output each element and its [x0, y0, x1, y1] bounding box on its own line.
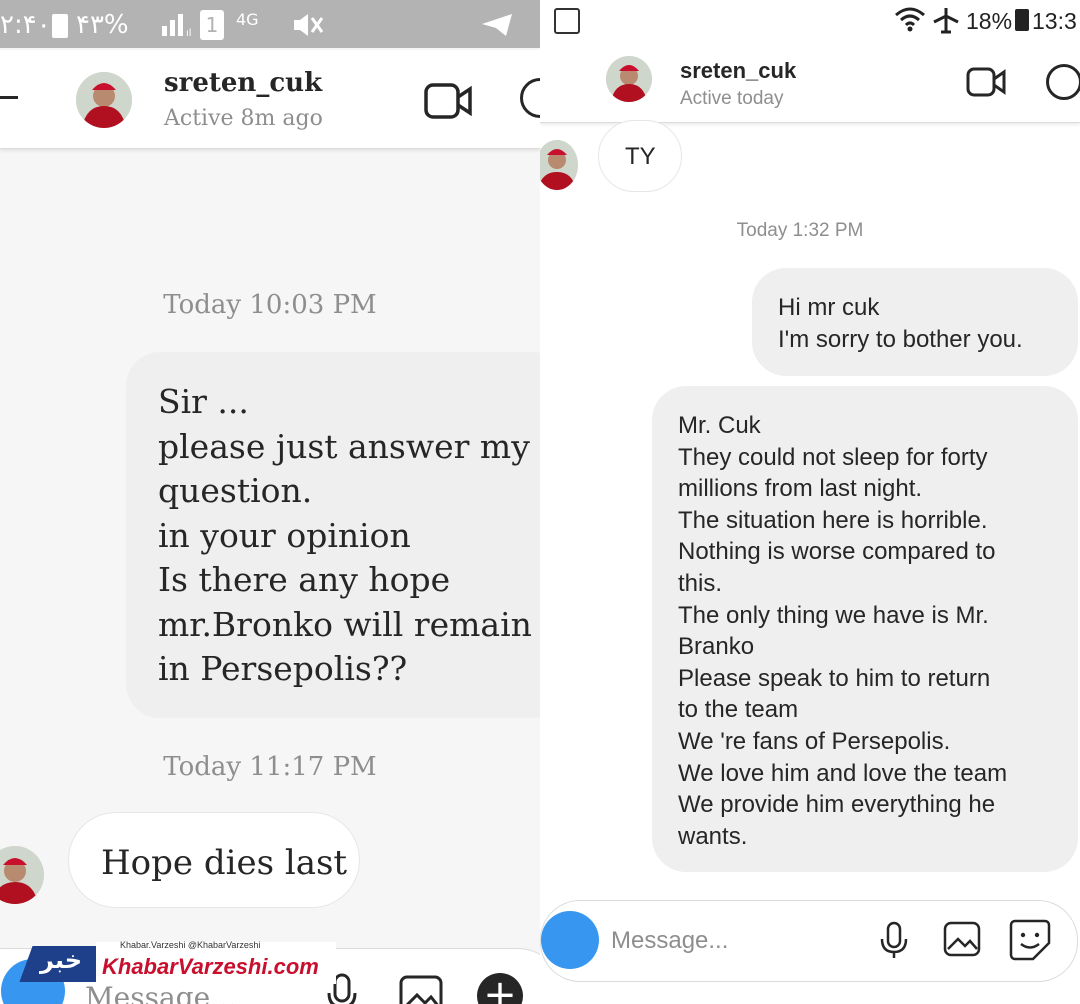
- watermark-logo-text: KhabarVarzeshi.com: [102, 954, 319, 979]
- timestamp: Today 10:03 PM: [163, 290, 377, 320]
- chat-header: sreten_cuk Active today: [540, 42, 1080, 123]
- wifi-icon: [894, 6, 926, 37]
- sent-message-bubble[interactable]: Mr. Cuk They could not sleep for forty m…: [652, 386, 1078, 872]
- notification-icon: [554, 8, 580, 34]
- battery-icon: [1015, 9, 1029, 31]
- active-status: Active today: [680, 88, 784, 109]
- avatar[interactable]: [606, 56, 652, 102]
- back-icon[interactable]: [0, 96, 18, 99]
- info-icon[interactable]: [520, 78, 540, 118]
- active-status: Active 8m ago: [164, 106, 323, 131]
- battery-icon: [52, 14, 68, 38]
- microphone-icon[interactable]: [879, 921, 909, 964]
- camera-icon[interactable]: [541, 911, 599, 969]
- timestamp: Today 11:17 PM: [163, 752, 377, 782]
- info-icon[interactable]: [1046, 64, 1080, 100]
- avatar[interactable]: [76, 72, 132, 128]
- add-icon[interactable]: +: [477, 973, 523, 1004]
- signal-icon: ıl: [160, 12, 196, 42]
- left-screenshot: ۲:۴۰ ۴۳% ıl 1 4G sreten_cuk Active 8m ag…: [0, 0, 540, 1004]
- received-message-bubble[interactable]: TY: [598, 120, 682, 192]
- svg-text:ıl: ıl: [186, 28, 192, 38]
- sender-avatar[interactable]: [0, 846, 44, 904]
- username: sreten_cuk: [164, 68, 323, 98]
- received-message-bubble[interactable]: Hope dies last: [68, 812, 360, 908]
- telegram-icon: [480, 12, 514, 42]
- username: sreten_cuk: [680, 58, 797, 83]
- status-time: 13:3: [1032, 8, 1077, 34]
- battery-level: ۴۳%: [76, 10, 129, 40]
- watermark-social: Khabar.Varzeshi @KhabarVarzeshi: [120, 940, 261, 950]
- timestamp: Today 1:32 PM: [736, 220, 864, 241]
- video-call-icon[interactable]: [424, 82, 474, 124]
- watermark-arabic-text: خبر: [40, 946, 83, 974]
- status-bar: 18% 13:3: [540, 0, 1080, 48]
- status-bar: ۲:۴۰ ۴۳% ıl 1 4G: [0, 0, 540, 48]
- right-screenshot: 18% 13:3 sreten_cuk Active today TY Toda…: [540, 0, 1080, 1004]
- airplane-mode-icon: [932, 6, 960, 39]
- network-type: 4G: [236, 10, 259, 29]
- video-call-icon[interactable]: [966, 66, 1008, 103]
- sender-avatar[interactable]: [540, 140, 578, 190]
- gallery-icon[interactable]: [399, 975, 443, 1004]
- sim-icon: 1: [200, 10, 224, 40]
- message-composer: Message...: [540, 900, 1078, 982]
- khabarvarzeshi-watermark: خبر Khabar.Varzeshi @KhabarVarzeshi Khab…: [19, 940, 340, 986]
- battery-level: 18%: [966, 8, 1013, 34]
- chat-header: sreten_cuk Active 8m ago: [0, 50, 540, 149]
- message-input[interactable]: Message...: [611, 927, 728, 955]
- mute-icon: [286, 12, 326, 42]
- status-time: ۲:۴۰: [0, 10, 51, 40]
- sticker-icon[interactable]: [1009, 919, 1051, 966]
- sent-message-bubble[interactable]: Hi mr cuk I'm sorry to bother you.: [752, 268, 1078, 376]
- sent-message-bubble[interactable]: Sir ... please just answer my question. …: [126, 352, 540, 718]
- gallery-icon[interactable]: [943, 921, 981, 962]
